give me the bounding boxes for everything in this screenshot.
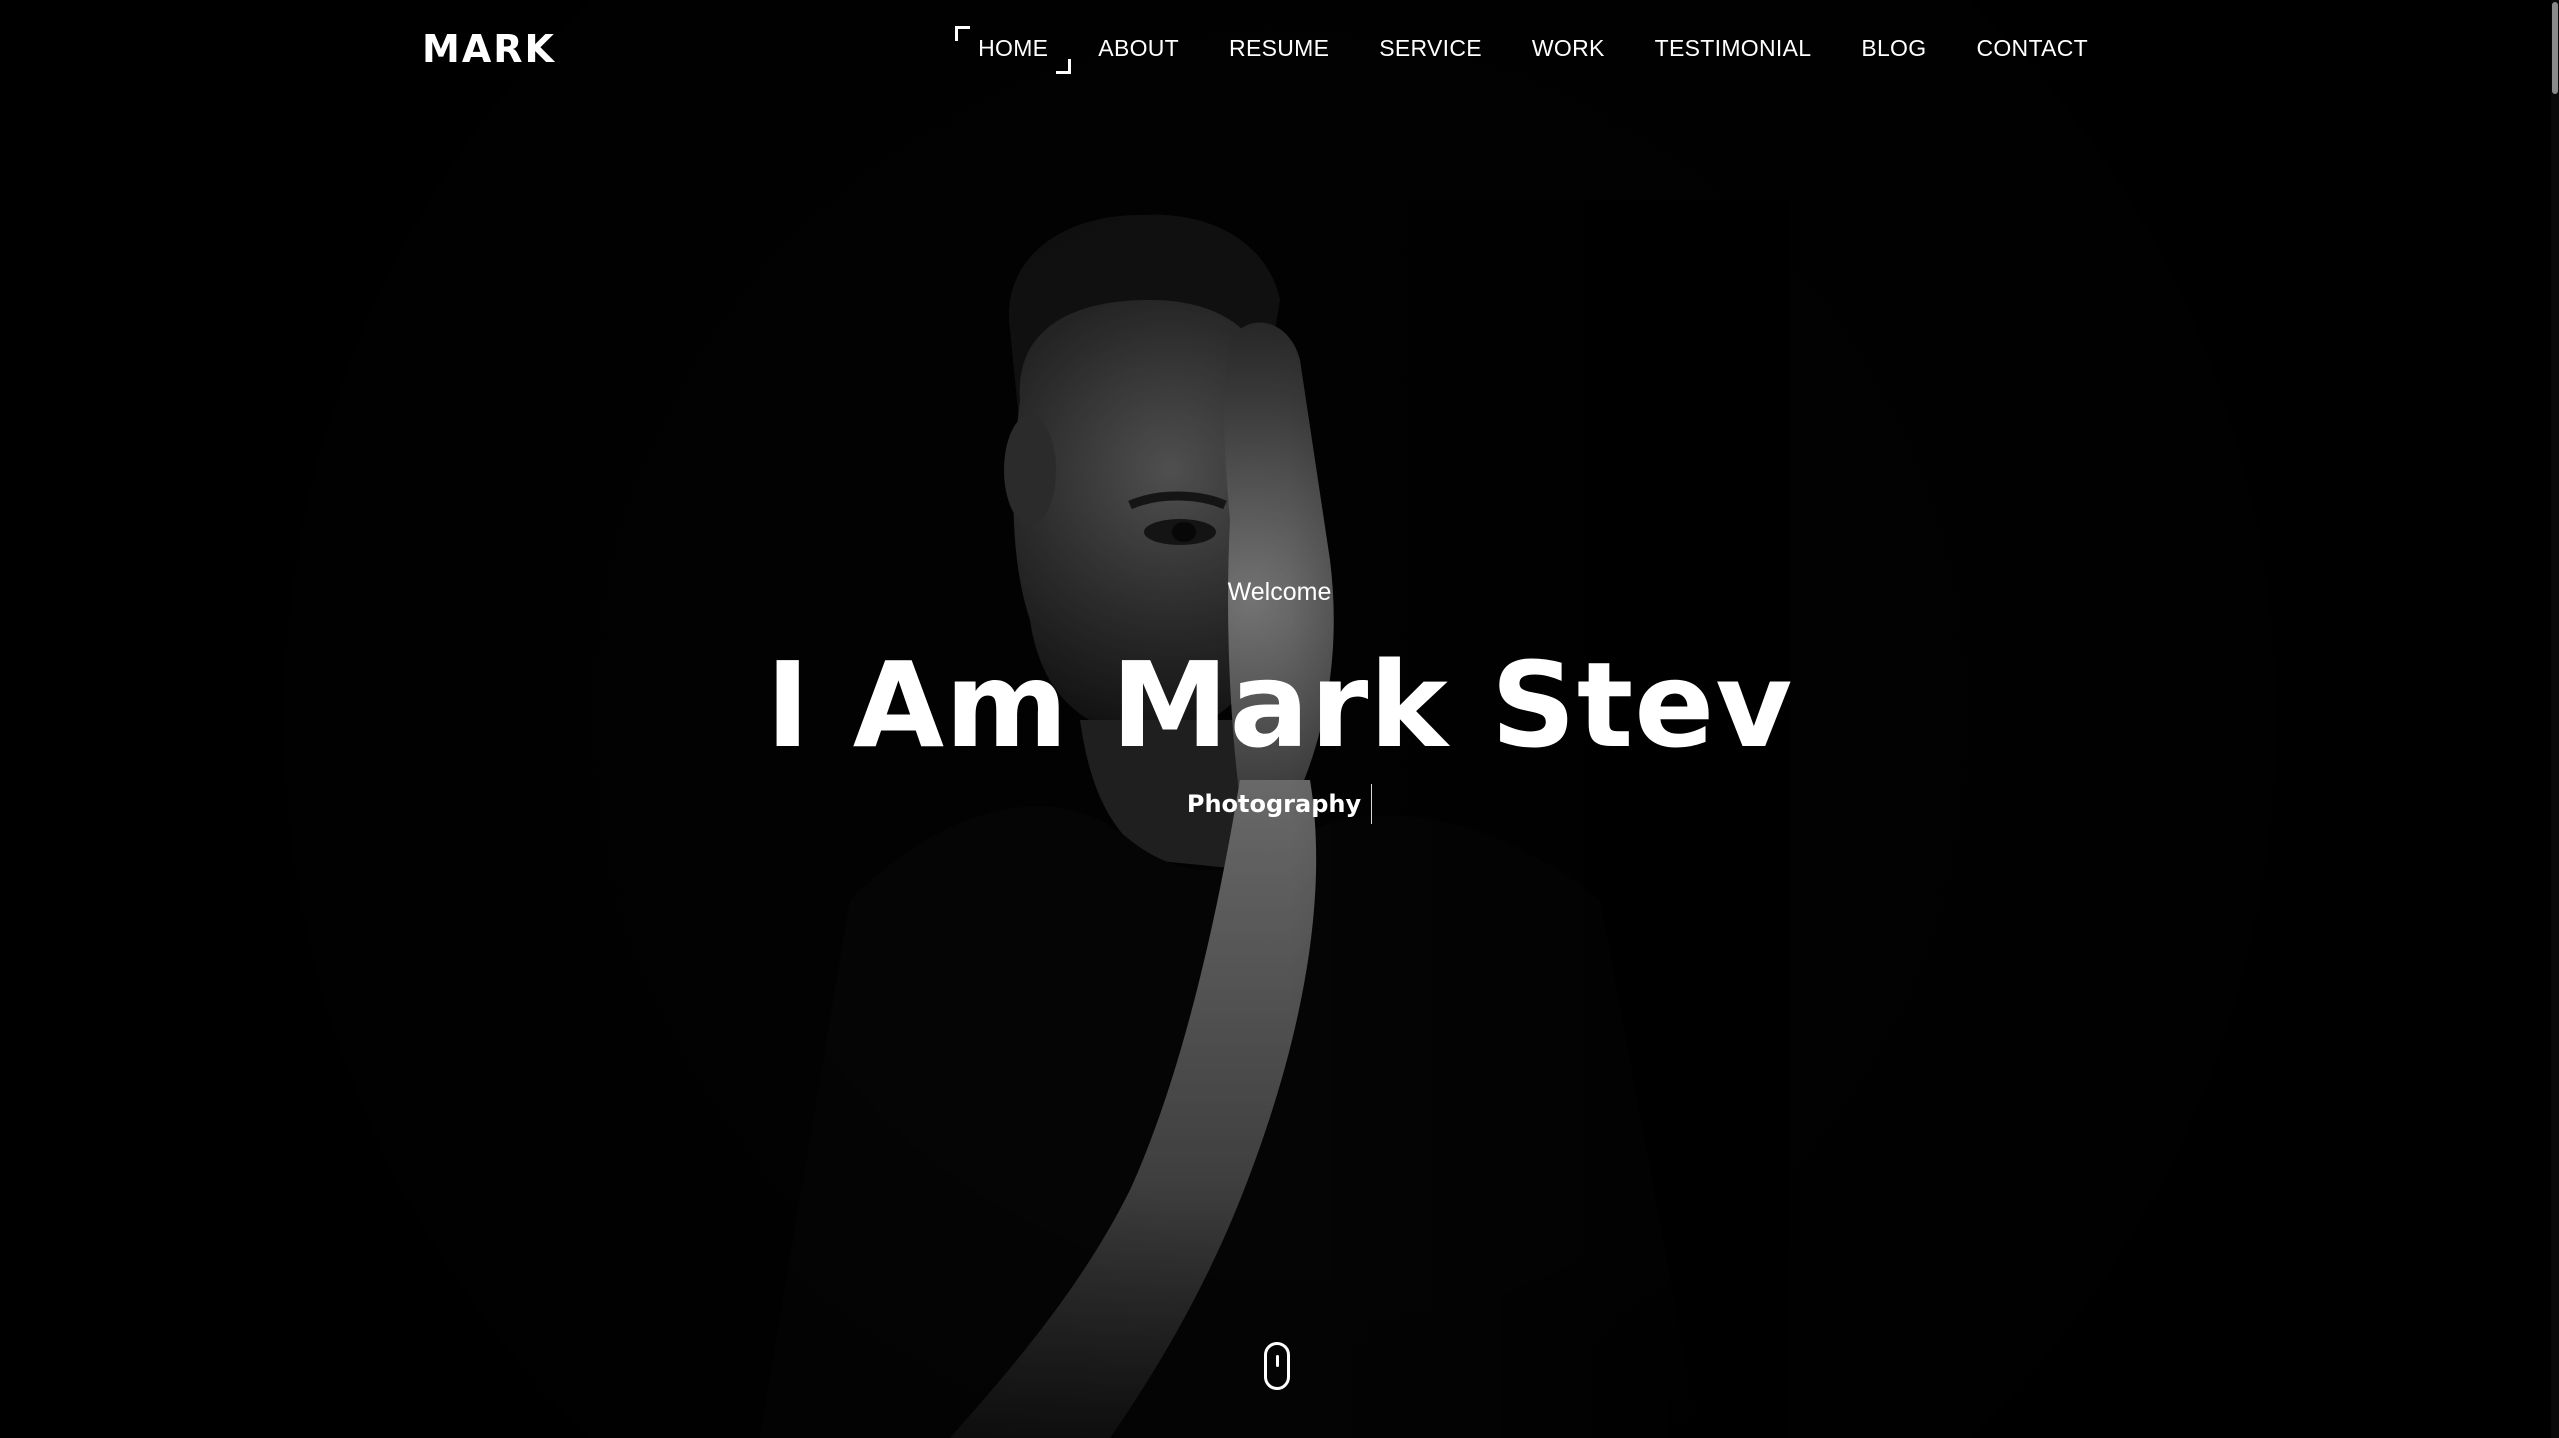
scrollbar-thumb[interactable] — [2552, 2, 2558, 94]
nav-item-service[interactable]: SERVICE — [1354, 30, 1507, 66]
page-scrollbar[interactable] — [2551, 0, 2559, 1438]
mouse-scroll-icon[interactable] — [1264, 1342, 1290, 1390]
nav-item-testimonial[interactable]: TESTIMONIAL — [1630, 30, 1837, 66]
site-header: MARK HOME ABOUT RESUME SERVICE WORK TEST… — [0, 0, 2559, 100]
nav-item-about[interactable]: ABOUT — [1073, 30, 1204, 66]
hero-headline: I Am Mark Stev — [765, 636, 1794, 774]
nav-item-contact[interactable]: CONTACT — [1951, 30, 2113, 66]
scroll-wheel — [1276, 1355, 1279, 1367]
site-logo[interactable]: MARK — [422, 26, 556, 72]
nav-item-work[interactable]: WORK — [1507, 30, 1630, 66]
hero-welcome: Welcome — [1227, 578, 1332, 606]
hero-subtitle: Photography — [1187, 784, 1373, 824]
main-nav: HOME ABOUT RESUME SERVICE WORK TESTIMONI… — [953, 26, 2113, 74]
page: MARK HOME ABOUT RESUME SERVICE WORK TEST… — [0, 0, 2559, 1438]
nav-item-blog[interactable]: BLOG — [1836, 30, 1951, 66]
hero-subtitle-wrap: Photography — [0, 784, 2559, 824]
nav-item-resume[interactable]: RESUME — [1204, 30, 1354, 66]
nav-item-home[interactable]: HOME — [953, 26, 1073, 74]
